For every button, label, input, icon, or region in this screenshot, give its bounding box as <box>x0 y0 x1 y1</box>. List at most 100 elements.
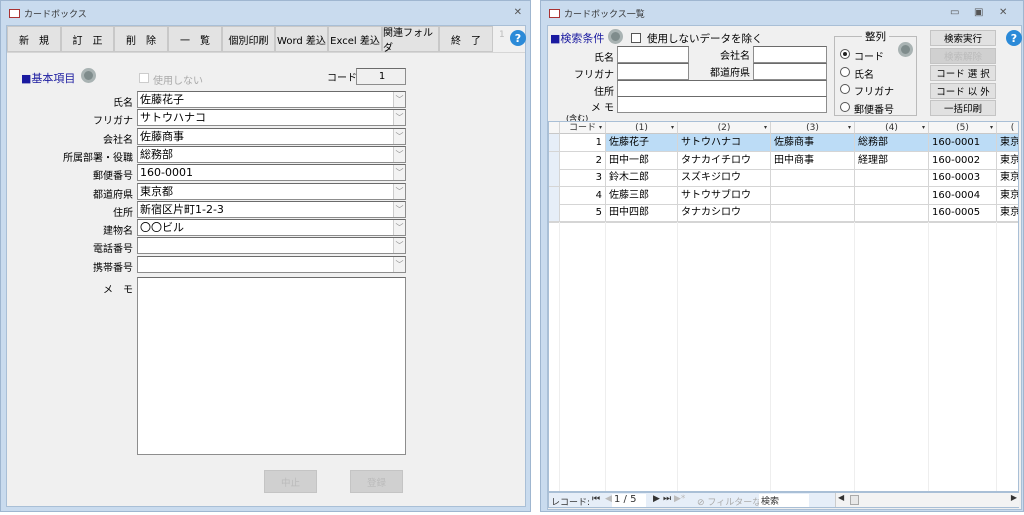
column-header[interactable]: (2) ▾ <box>678 122 771 134</box>
column-header[interactable]: ( <box>997 122 1018 134</box>
chevron-down-icon[interactable]: ﹀ <box>393 220 405 236</box>
toolbar-button[interactable]: 一 覧 <box>168 26 222 52</box>
table-cell[interactable]: 160-0004 <box>929 186 997 205</box>
close-icon[interactable]: ✕ <box>999 7 1007 18</box>
action-button[interactable]: 検索実行 <box>930 30 996 46</box>
nav-search-field[interactable]: 検索 <box>759 494 809 507</box>
settings-gear-icon[interactable] <box>81 68 96 83</box>
company-search-field[interactable] <box>753 46 827 63</box>
table-cell[interactable]: 2 <box>560 151 606 170</box>
column-header[interactable]: (4) ▾ <box>855 122 929 134</box>
column-header[interactable]: (3) ▾ <box>771 122 855 134</box>
field-combobox[interactable]: 東京都 ﹀ <box>137 182 406 200</box>
field-combobox[interactable]: 新宿区片町1-2-3 ﹀ <box>137 200 406 218</box>
table-cell[interactable]: 5 <box>560 204 606 222</box>
toolbar-button[interactable]: Excel 差込 <box>328 26 382 52</box>
table-cell[interactable] <box>771 186 855 205</box>
table-cell[interactable]: 東京 <box>997 169 1018 187</box>
table-cell[interactable]: サトウサブロウ <box>678 186 771 205</box>
table-cell[interactable]: スズキジロウ <box>678 169 771 187</box>
sort-filter-icon[interactable]: ▾ <box>764 122 767 134</box>
table-cell[interactable] <box>855 169 929 187</box>
select-all-corner[interactable] <box>549 122 560 134</box>
settings-gear-icon[interactable] <box>608 29 623 44</box>
sort-radio[interactable] <box>840 49 850 59</box>
sort-radio[interactable] <box>840 66 850 77</box>
minimize-icon[interactable]: ▭ <box>950 7 959 18</box>
exclude-unused-checkbox[interactable] <box>631 33 641 43</box>
table-cell[interactable]: 160-0003 <box>929 169 997 187</box>
table-cell[interactable]: タナカシロウ <box>678 204 771 222</box>
sort-radio[interactable] <box>840 84 850 94</box>
table-cell[interactable]: タナカイチロウ <box>678 151 771 170</box>
sort-filter-icon[interactable]: ▾ <box>848 122 851 134</box>
table-cell[interactable]: 佐藤三郎 <box>606 186 678 205</box>
chevron-down-icon[interactable]: ﹀ <box>393 128 405 144</box>
column-header[interactable]: コード ▾ <box>560 122 606 134</box>
field-combobox[interactable]: 160-0001 ﹀ <box>137 164 406 182</box>
row-selector[interactable] <box>549 169 560 187</box>
horizontal-scrollbar[interactable]: ◀ ▶ <box>835 493 1019 507</box>
action-button[interactable]: 一括印刷 <box>930 100 996 117</box>
prev-record-icon[interactable]: ◀ <box>605 494 612 504</box>
help-icon[interactable]: ? <box>510 30 526 46</box>
table-cell[interactable] <box>855 186 929 205</box>
action-button[interactable]: 検索解除 <box>930 47 996 64</box>
field-combobox[interactable]: 総務部 ﹀ <box>137 145 406 163</box>
scroll-left-icon[interactable]: ◀ <box>838 493 844 502</box>
field-combobox[interactable]: ﹀ <box>137 255 406 273</box>
table-cell[interactable]: 東京 <box>997 152 1018 170</box>
first-record-icon[interactable]: ⏮ <box>592 494 600 504</box>
toolbar-button[interactable]: 訂 正 <box>61 26 114 52</box>
help-icon[interactable]: ? <box>1006 30 1022 46</box>
scroll-thumb[interactable] <box>850 495 859 505</box>
chevron-down-icon[interactable]: ﹀ <box>393 256 405 272</box>
table-cell[interactable]: 田中一郎 <box>606 151 678 170</box>
scroll-right-icon[interactable]: ▶ <box>1011 493 1017 502</box>
toolbar-button[interactable]: 終 了 <box>439 26 493 52</box>
sort-radio[interactable] <box>840 101 850 112</box>
action-button[interactable]: コード 選 択 <box>930 65 996 82</box>
next-record-icon[interactable]: ▶ <box>653 494 660 504</box>
memo-field[interactable] <box>137 277 406 455</box>
action-button[interactable]: コード 以 外 <box>930 82 996 99</box>
register-button[interactable]: 登録 <box>350 470 403 493</box>
table-cell[interactable]: 鈴木二郎 <box>606 169 678 187</box>
chevron-down-icon[interactable]: ﹀ <box>393 165 405 181</box>
field-combobox[interactable]: 佐藤商事 ﹀ <box>137 127 406 145</box>
table-cell[interactable]: 4 <box>560 186 606 205</box>
table-cell[interactable]: 東京 <box>997 134 1018 152</box>
sort-filter-icon[interactable]: ▾ <box>990 122 993 134</box>
toolbar-button[interactable]: 関連フォルダ <box>382 26 439 54</box>
table-cell[interactable]: 佐藤花子 <box>606 134 678 152</box>
name-search-field[interactable] <box>617 46 689 63</box>
table-cell[interactable]: 総務部 <box>855 134 929 152</box>
table-cell[interactable]: 160-0005 <box>929 204 997 222</box>
table-cell[interactable] <box>771 204 855 222</box>
field-combobox[interactable]: サトウハナコ ﹀ <box>137 109 406 127</box>
record-position-field[interactable]: 1 / 5 <box>612 494 646 507</box>
table-cell[interactable]: サトウハナコ <box>678 134 771 152</box>
sort-filter-icon[interactable]: ▾ <box>671 122 674 134</box>
table-cell[interactable]: 160-0001 <box>929 134 997 152</box>
cancel-button[interactable]: 中止 <box>264 470 317 493</box>
table-cell[interactable]: 1 <box>560 134 606 152</box>
chevron-down-icon[interactable]: ﹀ <box>393 201 405 217</box>
chevron-down-icon[interactable]: ﹀ <box>393 110 405 126</box>
row-selector[interactable] <box>549 134 560 152</box>
table-cell[interactable] <box>855 204 929 222</box>
sort-filter-icon[interactable]: ▾ <box>599 122 602 134</box>
table-cell[interactable] <box>771 169 855 187</box>
field-combobox[interactable]: ﹀ <box>137 237 406 255</box>
table-cell[interactable]: 東京 <box>997 187 1018 205</box>
unused-checkbox[interactable] <box>139 73 149 83</box>
table-cell[interactable]: 3 <box>560 169 606 187</box>
row-selector[interactable] <box>549 151 560 170</box>
column-header[interactable]: (1) ▾ <box>606 122 678 134</box>
memo-search-field[interactable] <box>617 96 827 113</box>
table-cell[interactable]: 佐藤商事 <box>771 134 855 152</box>
toolbar-button[interactable]: Word 差込 <box>275 26 328 52</box>
sort-filter-icon[interactable]: ▾ <box>922 122 925 134</box>
pref-search-field[interactable] <box>753 63 827 80</box>
row-selector[interactable] <box>549 186 560 205</box>
